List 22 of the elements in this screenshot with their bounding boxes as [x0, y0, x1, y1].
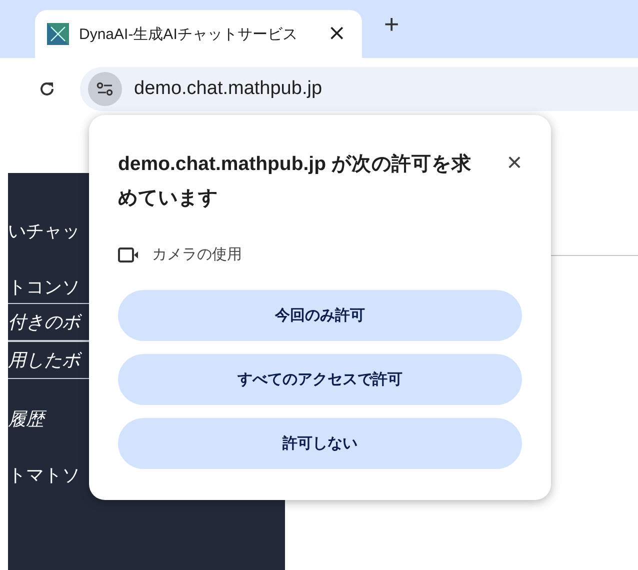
permission-button[interactable]: すべてのアクセスで許可: [118, 354, 522, 405]
site-settings-icon[interactable]: [88, 72, 122, 106]
permission-label: カメラの使用: [152, 245, 242, 264]
reload-icon[interactable]: [38, 80, 56, 98]
address-bar[interactable]: demo.chat.mathpub.jp: [80, 67, 638, 111]
url-text: demo.chat.mathpub.jp: [134, 78, 322, 100]
popup-title: demo.chat.mathpub.jp が次の許可を求めています: [118, 152, 472, 211]
tab-close-button[interactable]: ×: [324, 23, 350, 45]
permission-button[interactable]: 今回のみ許可: [118, 290, 522, 341]
sidebar-item[interactable]: いチャッ: [8, 219, 89, 243]
browser-tab[interactable]: DynaAI-生成AIチャットサービス ×: [35, 10, 362, 58]
tab-title: DynaAI-生成AIチャットサービス: [79, 24, 298, 44]
sidebar-item[interactable]: トマトソ: [8, 463, 89, 487]
permission-button[interactable]: 許可しない: [118, 418, 522, 469]
new-tab-button[interactable]: +: [380, 11, 404, 37]
close-button[interactable]: ×: [506, 149, 522, 175]
sidebar-item[interactable]: 付きのボ: [8, 310, 89, 334]
camera-icon: [118, 246, 140, 262]
sidebar-item[interactable]: 用したボ: [8, 348, 89, 372]
sidebar-item[interactable]: トコンソ: [8, 275, 89, 299]
sidebar-item[interactable]: 履歴: [8, 407, 89, 431]
site-logo-icon: [47, 23, 69, 45]
